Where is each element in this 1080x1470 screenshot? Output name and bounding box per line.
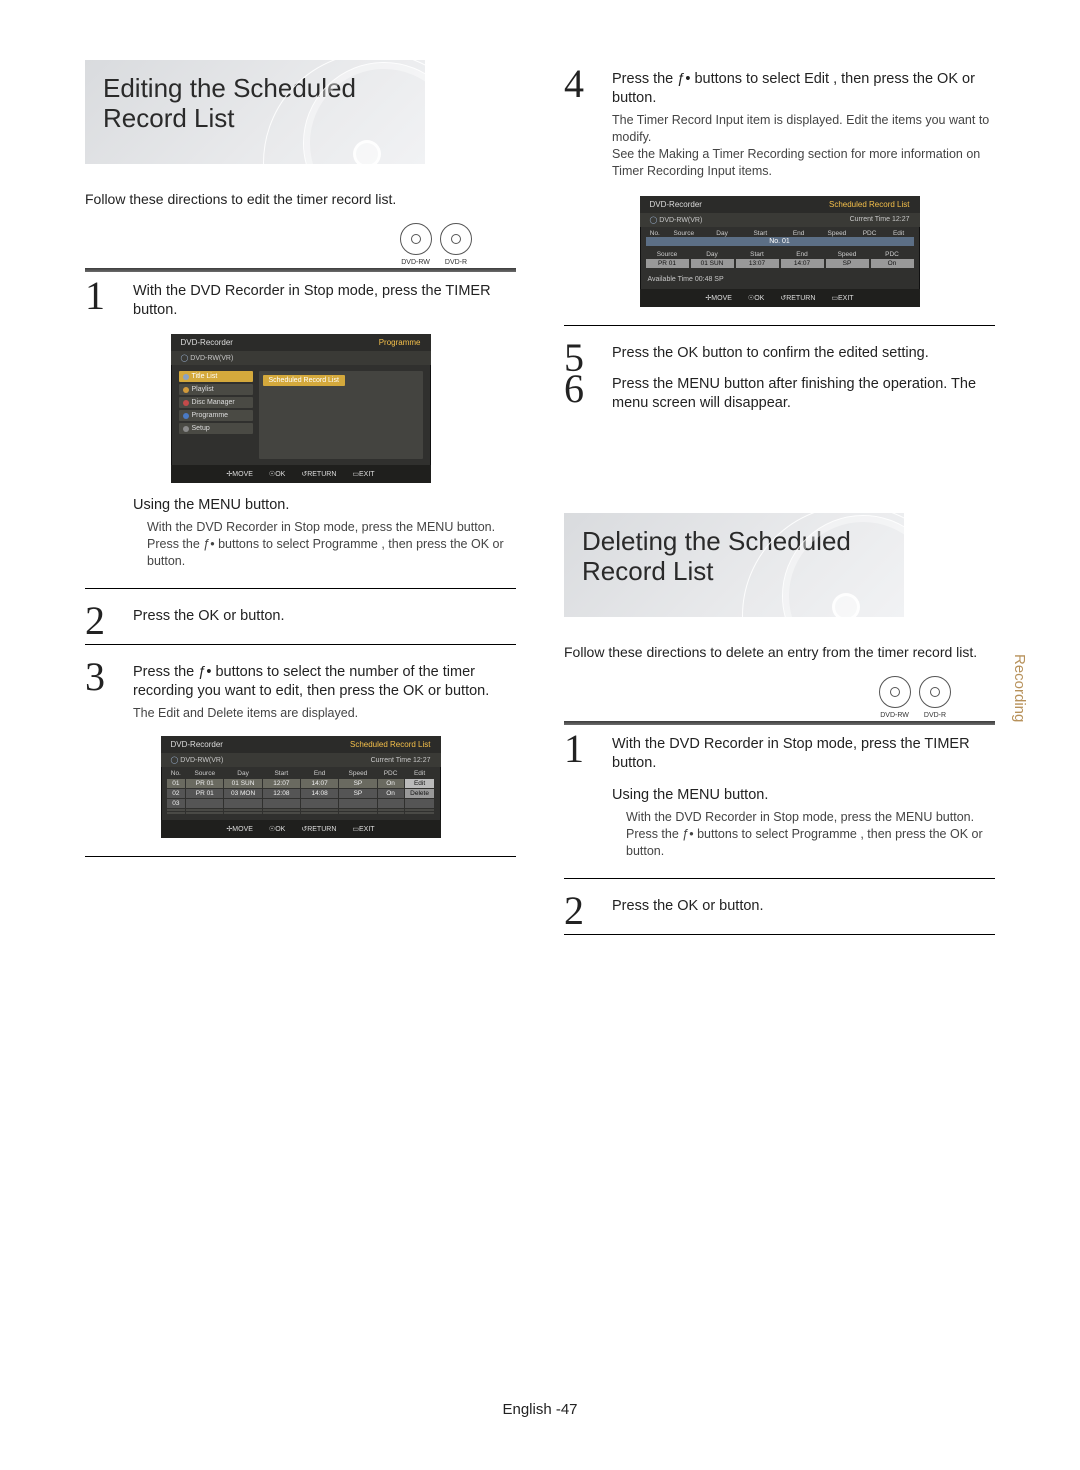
osd-current-time: Current Time 12:27: [850, 216, 910, 223]
popup-delete: Delete: [405, 789, 435, 798]
step-number: 1: [85, 276, 105, 316]
sidebar-item-title-list: Title List: [179, 371, 253, 382]
table-row: [167, 812, 435, 814]
step-note-b: See the Making a Timer Recording section…: [612, 146, 995, 180]
step-subtitle: Using the MENU button.: [612, 787, 995, 803]
table-row: 03: [167, 799, 435, 808]
step-subtext-a: With the DVD Recorder in Stop mode, pres…: [147, 519, 516, 536]
osd-table-header: No. SourceDay StartEnd SpeedPDC Edit: [161, 767, 441, 777]
disc-dvdrw-icon: DVD-RW: [400, 223, 432, 255]
step-edit-5: 5 Press the OK button to confirm the edi…: [564, 344, 995, 363]
osd-hint-exit: ▭EXIT: [352, 470, 374, 478]
step-del-2: 2 Press the OK or button.: [564, 897, 995, 916]
heading-banner-editing: Editing the Scheduled Record List: [85, 60, 425, 164]
osd-hint-return: ↺RETURN: [301, 470, 336, 478]
step-text: Press the OK or button.: [612, 897, 995, 916]
step-edit-4: 4 Press the ƒ• buttons to select Edit , …: [564, 70, 995, 180]
step-text: Press the ƒ• buttons to select Edit , th…: [612, 70, 995, 108]
step-note-a: The Timer Record Input item is displayed…: [612, 112, 995, 146]
table-row: 01 PR 0101 SUN 12:0714:07 SPOn Edit: [167, 779, 435, 788]
step-text: With the DVD Recorder in Stop mode, pres…: [133, 282, 516, 320]
footer-language: English -: [502, 1401, 560, 1418]
section-tab: Recording: [1011, 654, 1028, 722]
step-number: 2: [85, 601, 105, 641]
menu-option-scheduled-record-list: Scheduled Record List: [263, 375, 345, 386]
step-text: Press the OK button to confirm the edite…: [612, 344, 995, 363]
step-edit-6: 6 Press the MENU button after finishing …: [564, 375, 995, 413]
osd-scheduled-list: DVD-Recorder Scheduled Record List ◯ DVD…: [161, 736, 441, 838]
step-number: 2: [564, 891, 584, 931]
osd-edit-header: Source Day Start End Speed PDC: [646, 250, 914, 259]
step-edit-1-menu: Using the MENU button. With the DVD Reco…: [85, 497, 516, 570]
step-text: With the DVD Recorder in Stop mode, pres…: [612, 735, 995, 773]
step-text: Press the MENU button after finishing th…: [612, 375, 995, 413]
osd-brand: DVD-Recorder: [650, 200, 702, 209]
disc-icon-row: DVD-RW DVD-R: [85, 223, 516, 260]
step-number: 1: [564, 729, 584, 769]
step-edit-1: 1 With the DVD Recorder in Stop mode, pr…: [85, 282, 516, 320]
table-row: 02 PR 0103 MON 12:0814:08 SPOn Delete: [167, 789, 435, 798]
disc-dvdrw-icon: DVD-RW: [879, 676, 911, 708]
table-row: [167, 809, 435, 811]
step-subtext-b: Press the ƒ• buttons to select Programme…: [147, 536, 516, 570]
step-number: 4: [564, 64, 584, 104]
osd-hint-ok: ☉OK: [269, 470, 285, 478]
sidebar-item-playlist: Playlist: [179, 384, 253, 395]
osd-hint-move: ✢MOVE: [226, 470, 253, 478]
osd-timer-input: DVD-Recorder Scheduled Record List ◯ DVD…: [640, 196, 920, 307]
step-number: 6: [564, 369, 584, 409]
osd-screen-title: Scheduled Record List: [829, 200, 910, 209]
osd-current-time: Current Time 12:27: [371, 757, 431, 764]
osd-programme-menu: DVD-Recorder Programme ◯ DVD-RW(VR) Titl…: [171, 334, 431, 483]
osd-brand: DVD-Recorder: [181, 338, 233, 347]
step-del-1: 1 With the DVD Recorder in Stop mode, pr…: [564, 735, 995, 860]
step-text: Press the ƒ• buttons to select the numbe…: [133, 663, 516, 701]
osd-screen-title: Scheduled Record List: [350, 740, 431, 749]
step-text: Press the OK or button.: [133, 607, 516, 626]
osd-available-time: Available Time 00:48 SP: [640, 272, 920, 289]
osd-screen-title: Programme: [379, 338, 421, 347]
osd-table-header: No. SourceDay StartEnd SpeedPDC Edit: [640, 227, 920, 237]
intro-text: Follow these directions to delete an ent…: [564, 643, 995, 662]
sidebar-item-setup: Setup: [179, 423, 253, 434]
intro-text: Follow these directions to edit the time…: [85, 190, 516, 209]
sidebar-item-disc-manager: Disc Manager: [179, 397, 253, 408]
step-note: The Edit and Delete items are displayed.: [133, 705, 516, 722]
osd-brand: DVD-Recorder: [171, 740, 223, 749]
step-subtext-b: Press the ƒ• buttons to select Programme…: [626, 826, 995, 860]
disc-dvdr-icon: DVD-R: [919, 676, 951, 708]
osd-media: DVD-RW(VR): [659, 217, 702, 224]
step-number: 3: [85, 657, 105, 697]
page-footer: English -47: [0, 1401, 1080, 1418]
step-subtitle: Using the MENU button.: [133, 497, 516, 513]
osd-media: DVD-RW(VR): [190, 355, 233, 362]
osd-edit-values: PR 01 01 SUN 13:07 14:07 SP On: [646, 259, 914, 268]
footer-page-number: 47: [561, 1401, 578, 1418]
heading-banner-deleting: Deleting the Scheduled Record List: [564, 513, 904, 617]
step-subtext-a: With the DVD Recorder in Stop mode, pres…: [626, 809, 995, 826]
sidebar-item-programme: Programme: [179, 410, 253, 421]
disc-dvdr-icon: DVD-R: [440, 223, 472, 255]
step-edit-3: 3 Press the ƒ• buttons to select the num…: [85, 663, 516, 722]
popup-edit: Edit: [405, 779, 435, 788]
step-edit-2: 2 Press the OK or button.: [85, 607, 516, 626]
osd-media: DVD-RW(VR): [180, 757, 223, 764]
osd-entry-label: No. 01: [646, 237, 914, 246]
disc-icon-row: DVD-RW DVD-R: [564, 676, 995, 713]
